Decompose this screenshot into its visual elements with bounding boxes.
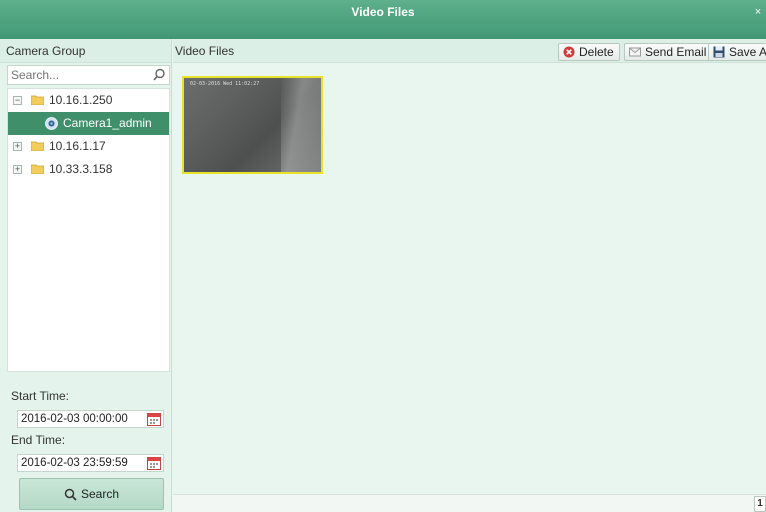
search-button-label: Search <box>80 487 120 501</box>
camera-group-header: Camera Group <box>0 39 171 63</box>
expand-icon[interactable]: + <box>13 142 22 151</box>
title-bar: Video Files × <box>0 0 766 39</box>
camera-tree: − 10.16.1.250 Camera1_admin + 10.16.1.17… <box>7 88 170 372</box>
folder-icon <box>31 164 44 174</box>
video-files-header: Video Files Delete Send Email Save A <box>173 39 766 63</box>
calendar-icon[interactable] <box>147 412 161 426</box>
save-as-button[interactable]: Save As <box>708 43 766 61</box>
folder-icon <box>31 141 44 151</box>
calendar-icon[interactable] <box>147 456 161 470</box>
tree-node-10-16-1-17[interactable]: + 10.16.1.17 <box>8 135 169 158</box>
start-time-label: Start Time: <box>11 389 70 403</box>
video-files-window: Video Files × Camera Group − 10.16.1.250 <box>0 0 766 512</box>
video-files-title: Video Files <box>175 44 235 58</box>
page-number[interactable]: 1 <box>754 496 766 512</box>
magnifier-icon <box>64 489 77 501</box>
envelope-icon <box>629 47 641 57</box>
camera-search-box <box>7 65 170 85</box>
title-band <box>0 24 766 39</box>
tree-node-label: 10.16.1.250 <box>49 93 113 107</box>
search-icon[interactable] <box>151 67 167 83</box>
collapse-icon[interactable]: − <box>13 96 22 105</box>
start-time-field[interactable]: 2016-02-03 00:00:00 <box>17 410 164 428</box>
send-email-button[interactable]: Send Email <box>624 43 713 61</box>
search-button[interactable]: Search <box>19 478 164 510</box>
video-files-panel: Video Files Delete Send Email Save A 02-… <box>173 39 766 512</box>
camera-group-panel: Camera Group − 10.16.1.250 Camera1_admin <box>0 39 172 512</box>
thumbnail-shade <box>281 78 321 172</box>
delete-label: Delete <box>579 45 614 59</box>
tree-node-label: Camera1_admin <box>63 116 152 130</box>
tree-node-label: 10.33.3.158 <box>49 162 113 176</box>
end-time-value: 2016-02-03 23:59:59 <box>21 457 128 469</box>
save-icon <box>713 46 725 58</box>
window-title: Video Files <box>351 5 415 19</box>
end-time-label: End Time: <box>11 433 66 447</box>
tree-node-10-33-3-158[interactable]: + 10.33.3.158 <box>8 158 169 181</box>
send-email-label: Send Email <box>645 45 707 59</box>
camera-icon <box>45 117 58 130</box>
start-time-value: 2016-02-03 00:00:00 <box>21 413 128 425</box>
save-as-label: Save As <box>729 45 766 59</box>
tree-node-10-16-1-250[interactable]: − 10.16.1.250 <box>8 89 169 112</box>
close-button[interactable]: × <box>752 0 764 24</box>
tree-node-camera1-admin[interactable]: Camera1_admin <box>8 112 169 135</box>
camera-search-input[interactable] <box>8 66 148 84</box>
tree-node-label: 10.16.1.17 <box>49 139 106 153</box>
pagination-bar: 1 <box>173 494 766 512</box>
thumbnail-osd: 02-03-2016 Wed 11:02:27 <box>190 81 260 87</box>
delete-button[interactable]: Delete <box>558 43 620 61</box>
delete-icon <box>563 46 575 58</box>
video-thumbnail[interactable]: 02-03-2016 Wed 11:02:27 <box>182 76 323 174</box>
folder-icon <box>31 95 44 105</box>
expand-icon[interactable]: + <box>13 165 22 174</box>
end-time-field[interactable]: 2016-02-03 23:59:59 <box>17 454 164 472</box>
